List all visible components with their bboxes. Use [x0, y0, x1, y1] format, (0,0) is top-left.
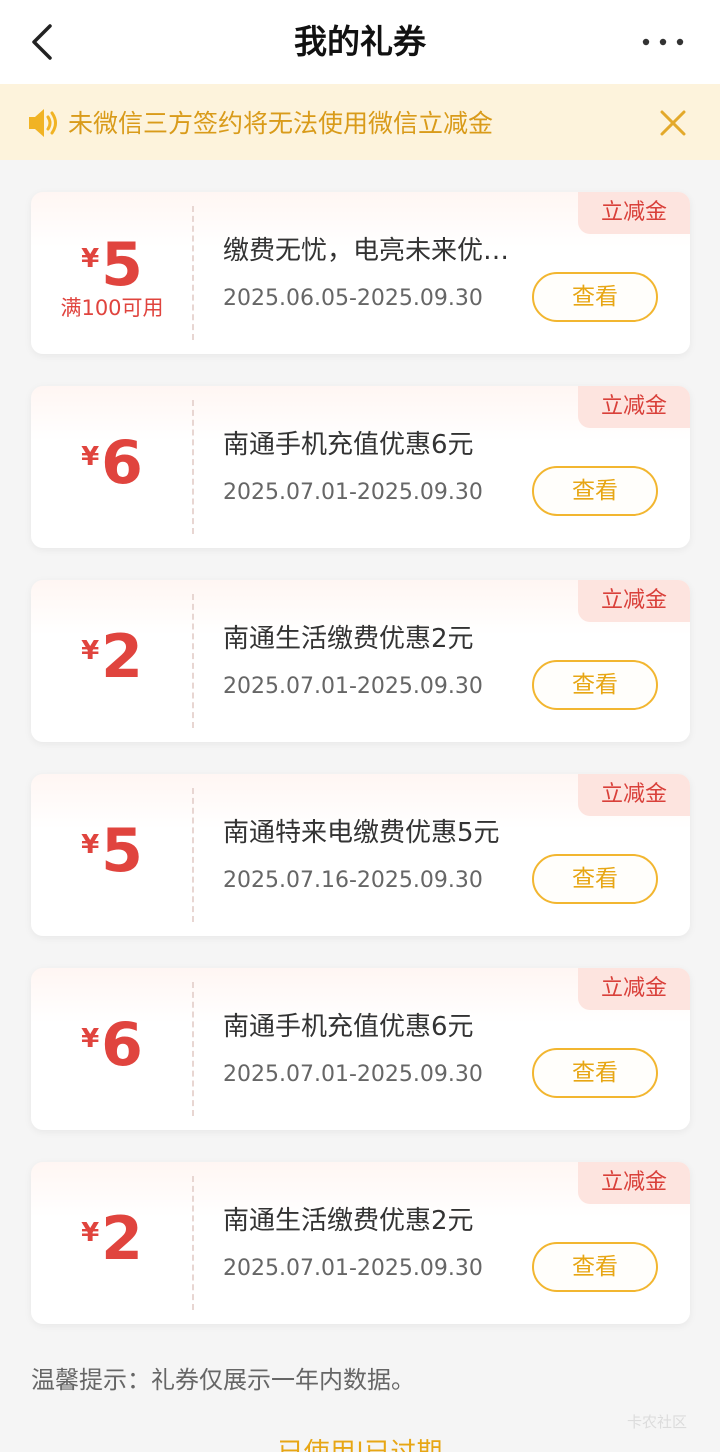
- page-title: 我的礼券: [294, 22, 426, 61]
- notice-text: 未微信三方签约将无法使用微信立减金: [68, 109, 494, 138]
- close-icon: [660, 110, 686, 136]
- more-dots-icon: [642, 38, 684, 46]
- coupon-card[interactable]: 立减金 ¥6 南通手机充值优惠6元 2025.07.01-2025.09.30 …: [31, 386, 690, 548]
- coupon-value: 6: [101, 1010, 143, 1080]
- tip-text: 温馨提示：礼券仅展示一年内数据。: [31, 1366, 415, 1394]
- speaker-icon: [29, 109, 57, 137]
- notice-close-button[interactable]: [656, 106, 690, 140]
- coupon-card[interactable]: 立减金 ¥2 南通生活缴费优惠2元 2025.07.01-2025.09.30 …: [31, 1162, 690, 1324]
- coupon-validity: 2025.07.01-2025.09.30: [223, 1062, 483, 1087]
- back-button[interactable]: [22, 20, 66, 64]
- coupon-validity: 2025.07.01-2025.09.30: [223, 480, 483, 505]
- coupon-condition: 满100可用: [60, 296, 164, 320]
- coupon-type-badge: 立减金: [578, 774, 690, 816]
- coupon-amount: ¥2: [31, 624, 193, 698]
- dashed-divider: [192, 206, 194, 340]
- coupon-amount-area: ¥2: [31, 580, 193, 742]
- expired-link[interactable]: 已过期: [364, 1438, 442, 1452]
- coupon-amount-area: ¥2: [31, 1162, 193, 1324]
- coupon-card[interactable]: 立减金 ¥5 南通特来电缴费优惠5元 2025.07.16-2025.09.30…: [31, 774, 690, 936]
- navigation-bar: 我的礼券: [0, 0, 720, 84]
- currency-symbol: ¥: [81, 830, 100, 860]
- view-button[interactable]: 查看: [532, 272, 658, 322]
- coupon-title: 南通手机充值优惠6元: [223, 1012, 474, 1042]
- coupon-type-badge: 立减金: [578, 580, 690, 622]
- coupon-amount: ¥5: [31, 818, 193, 892]
- currency-symbol: ¥: [81, 636, 100, 666]
- currency-symbol: ¥: [81, 244, 100, 274]
- coupon-list: 立减金 ¥5 满100可用 缴费无忧，电亮未来优… 2025.06.05-202…: [31, 192, 690, 1356]
- coupon-title: 南通生活缴费优惠2元: [223, 1206, 474, 1236]
- dashed-divider: [192, 1176, 194, 1310]
- coupon-amount: ¥2: [31, 1206, 193, 1280]
- view-button[interactable]: 查看: [532, 466, 658, 516]
- coupon-value: 5: [101, 816, 143, 886]
- coupon-title: 缴费无忧，电亮未来优…: [223, 236, 510, 266]
- used-link[interactable]: 已使用: [278, 1438, 356, 1452]
- dashed-divider: [192, 982, 194, 1116]
- dashed-divider: [192, 788, 194, 922]
- chevron-left-icon: [32, 24, 52, 60]
- view-button[interactable]: 查看: [532, 660, 658, 710]
- coupon-value: 6: [101, 428, 143, 498]
- currency-symbol: ¥: [81, 1024, 100, 1054]
- coupon-title: 南通手机充值优惠6元: [223, 430, 474, 460]
- coupon-card[interactable]: 立减金 ¥5 满100可用 缴费无忧，电亮未来优… 2025.06.05-202…: [31, 192, 690, 354]
- coupon-value: 2: [101, 622, 143, 692]
- coupon-validity: 2025.06.05-2025.09.30: [223, 286, 483, 311]
- coupon-amount: ¥6: [31, 1012, 193, 1086]
- view-button[interactable]: 查看: [532, 1242, 658, 1292]
- dashed-divider: [192, 400, 194, 534]
- view-button[interactable]: 查看: [532, 1048, 658, 1098]
- currency-symbol: ¥: [81, 442, 100, 472]
- coupon-amount-area: ¥6: [31, 968, 193, 1130]
- coupon-validity: 2025.07.01-2025.09.30: [223, 1256, 483, 1281]
- coupon-amount-area: ¥6: [31, 386, 193, 548]
- dashed-divider: [192, 594, 194, 728]
- more-button[interactable]: [636, 24, 690, 60]
- coupon-value: 5: [101, 230, 143, 300]
- coupon-amount-area: ¥5 满100可用: [31, 192, 193, 354]
- coupon-title: 南通特来电缴费优惠5元: [223, 818, 500, 848]
- coupon-type-badge: 立减金: [578, 192, 690, 234]
- view-button[interactable]: 查看: [532, 854, 658, 904]
- watermark: 卡农社区: [627, 1413, 688, 1431]
- coupon-card[interactable]: 立减金 ¥6 南通手机充值优惠6元 2025.07.01-2025.09.30 …: [31, 968, 690, 1130]
- coupon-validity: 2025.07.01-2025.09.30: [223, 674, 483, 699]
- currency-symbol: ¥: [81, 1218, 100, 1248]
- coupon-value: 2: [101, 1204, 143, 1274]
- coupon-card[interactable]: 立减金 ¥2 南通生活缴费优惠2元 2025.07.01-2025.09.30 …: [31, 580, 690, 742]
- coupon-type-badge: 立减金: [578, 1162, 690, 1204]
- coupon-validity: 2025.07.16-2025.09.30: [223, 868, 483, 893]
- coupon-amount-area: ¥5: [31, 774, 193, 936]
- coupon-type-badge: 立减金: [578, 386, 690, 428]
- coupon-amount: ¥6: [31, 430, 193, 504]
- bottom-links: 已使用|已过期: [0, 1432, 720, 1452]
- coupon-title: 南通生活缴费优惠2元: [223, 624, 474, 654]
- coupon-type-badge: 立减金: [578, 968, 690, 1010]
